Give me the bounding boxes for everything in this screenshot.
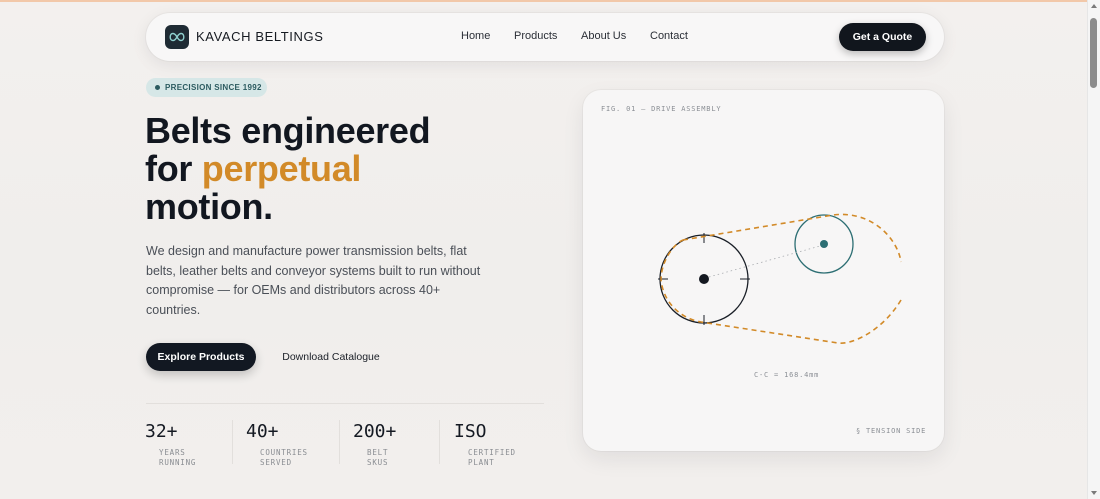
badge-dot-icon bbox=[155, 85, 160, 90]
stat-label: COUNTRIES SERVED bbox=[260, 448, 308, 467]
stat-label: CERTIFIED PLANT bbox=[468, 448, 516, 467]
center-line bbox=[708, 245, 821, 278]
stats-divider-rule bbox=[146, 403, 544, 404]
drive-assembly-diagram bbox=[658, 213, 902, 344]
belt-path bbox=[660, 213, 902, 344]
hero-subtitle: We design and manufacture power transmis… bbox=[146, 244, 481, 317]
headline-for: for bbox=[145, 148, 202, 189]
navbar: KAVACH BELTINGS Home Products About Us C… bbox=[146, 13, 944, 61]
stat-years: 32+ YEARS RUNNING bbox=[145, 421, 196, 468]
stat-value: 40+ bbox=[246, 421, 279, 442]
drive-assembly-card: FIG. 01 — DRIVE ASSEMBLY C-C = 168.4mm §… bbox=[583, 90, 944, 451]
infinity-icon[interactable] bbox=[165, 25, 189, 49]
stat-skus: 200+ BELT SKUS bbox=[353, 421, 396, 468]
stat-countries: 40+ COUNTRIES SERVED bbox=[246, 421, 308, 468]
drive-pulley-hub bbox=[699, 274, 709, 284]
headline-line-1: Belts engineered bbox=[145, 110, 431, 151]
explore-products-button[interactable]: Explore Products bbox=[146, 343, 256, 371]
nav-link-about[interactable]: About Us bbox=[581, 30, 626, 42]
tension-side-label: § TENSION SIDE bbox=[856, 427, 927, 435]
driven-pulley-hub bbox=[820, 240, 828, 248]
scrollbar-thumb[interactable] bbox=[1090, 18, 1097, 88]
stat-value: 200+ bbox=[353, 421, 397, 442]
stat-iso: ISO CERTIFIED PLANT bbox=[454, 421, 516, 468]
precision-badge: PRECISION SINCE 1992 bbox=[146, 78, 267, 97]
nav-link-home[interactable]: Home bbox=[461, 30, 490, 42]
brand-name[interactable]: KAVACH BELTINGS bbox=[196, 29, 323, 44]
center-distance-label: C-C = 168.4mm bbox=[754, 371, 820, 379]
badge-label: PRECISION SINCE 1992 bbox=[165, 83, 262, 92]
headline-line-3: motion. bbox=[145, 186, 273, 227]
download-catalogue-button[interactable]: Download Catalogue bbox=[272, 343, 390, 371]
nav-link-contact[interactable]: Contact bbox=[650, 30, 688, 42]
stat-divider bbox=[339, 420, 340, 464]
scroll-down-icon[interactable] bbox=[1091, 491, 1097, 495]
scrollbar[interactable] bbox=[1087, 0, 1100, 499]
stat-label: BELT SKUS bbox=[367, 448, 389, 467]
stat-label: YEARS RUNNING bbox=[159, 448, 197, 467]
get-quote-button[interactable]: Get a Quote bbox=[839, 23, 926, 51]
headline-line-2: for perpetual bbox=[145, 150, 505, 188]
top-accent-line bbox=[0, 0, 1100, 2]
stat-value: ISO bbox=[454, 421, 487, 442]
hero-headline: Belts engineered for perpetual motion. bbox=[145, 112, 505, 226]
scroll-up-icon[interactable] bbox=[1091, 4, 1097, 8]
stat-divider bbox=[439, 420, 440, 464]
stat-divider bbox=[232, 420, 233, 464]
headline-accent: perpetual bbox=[201, 148, 362, 189]
nav-link-products[interactable]: Products bbox=[514, 30, 557, 42]
stat-value: 32+ bbox=[145, 421, 178, 442]
